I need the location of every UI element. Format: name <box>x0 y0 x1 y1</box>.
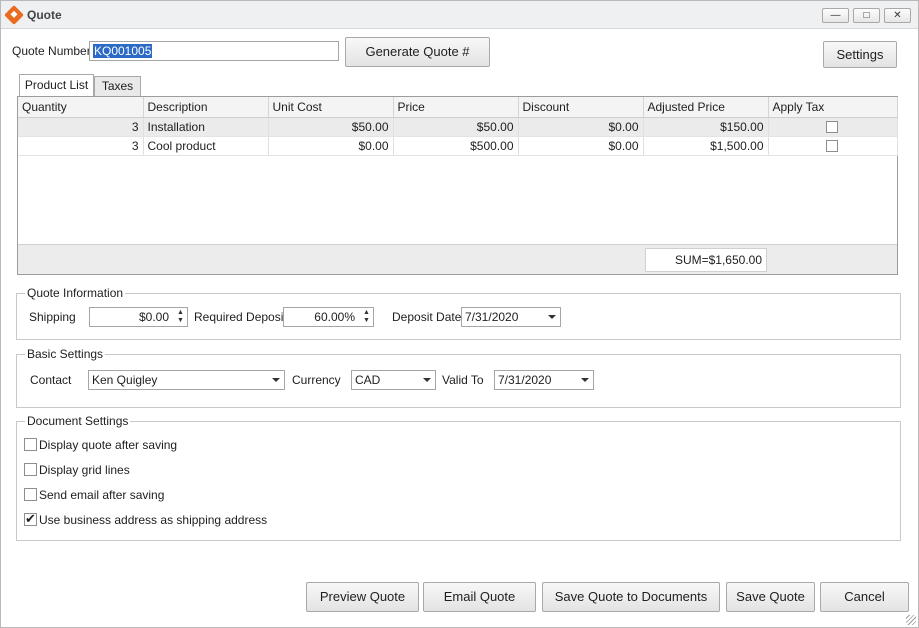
send-email-after-saving-label[interactable]: Send email after saving <box>39 488 164 502</box>
display-quote-after-saving-label[interactable]: Display quote after saving <box>39 438 177 452</box>
minimize-icon[interactable]: — <box>822 8 849 23</box>
quote-information-title: Quote Information <box>25 286 126 300</box>
apply-tax-checkbox[interactable] <box>825 121 838 134</box>
apply-tax-checkbox[interactable] <box>825 140 838 153</box>
deposit-date-value: 7/31/2020 <box>465 310 519 324</box>
tab-product-list[interactable]: Product List <box>19 74 94 97</box>
chevron-down-icon[interactable] <box>423 378 431 382</box>
maximize-icon[interactable]: □ <box>853 8 880 23</box>
currency-dropdown[interactable]: CAD <box>351 370 436 390</box>
preview-quote-button[interactable]: Preview Quote <box>306 582 419 612</box>
display-quote-after-saving-checkbox[interactable] <box>24 438 37 451</box>
cell-price[interactable]: $50.00 <box>393 117 519 137</box>
column-header-unit-cost[interactable]: Unit Cost <box>268 97 394 118</box>
spinner-arrows-icon[interactable]: ▲ ▼ <box>362 309 371 325</box>
deposit-date-picker[interactable]: 7/31/2020 <box>461 307 561 327</box>
chevron-down-icon[interactable] <box>581 378 589 382</box>
quote-number-input[interactable]: KQ001005 <box>89 41 339 61</box>
cell-apply-tax <box>768 117 898 137</box>
required-deposit-label: Required Deposit <box>194 310 287 324</box>
cell-description[interactable]: Installation <box>143 117 269 137</box>
cell-quantity[interactable]: 3 <box>18 117 144 137</box>
document-settings-title: Document Settings <box>25 414 131 428</box>
sum-total: SUM=$1,650.00 <box>645 248 767 272</box>
cell-quantity[interactable]: 3 <box>18 136 144 156</box>
shipping-spinner[interactable]: $0.00 ▲ ▼ <box>89 307 188 327</box>
column-header-discount[interactable]: Discount <box>518 97 644 118</box>
app-logo-icon <box>4 5 24 25</box>
table-row[interactable]: 3 Installation $50.00 $50.00 $0.00 $150.… <box>18 117 898 137</box>
contact-dropdown[interactable]: Ken Quigley <box>88 370 285 390</box>
display-grid-lines-label[interactable]: Display grid lines <box>39 463 130 477</box>
valid-to-date-picker[interactable]: 7/31/2020 <box>494 370 594 390</box>
cell-unit-cost[interactable]: $50.00 <box>268 117 394 137</box>
save-quote-to-documents-button[interactable]: Save Quote to Documents <box>542 582 720 612</box>
column-header-description[interactable]: Description <box>143 97 269 118</box>
column-header-apply-tax[interactable]: Apply Tax <box>768 97 898 118</box>
product-grid: Quantity Description Unit Cost Price Dis… <box>17 96 898 275</box>
display-grid-lines-checkbox[interactable] <box>24 463 37 476</box>
quote-number-label: Quote Number <box>12 44 91 58</box>
required-deposit-value: 60.00% <box>314 310 355 324</box>
quote-window: Quote — □ ✕ Quote Number KQ001005 Genera… <box>0 0 919 628</box>
cell-price[interactable]: $500.00 <box>393 136 519 156</box>
column-header-quantity[interactable]: Quantity <box>18 97 144 118</box>
contact-value: Ken Quigley <box>92 373 158 387</box>
cell-apply-tax <box>768 136 898 156</box>
cell-adjusted-price[interactable]: $1,500.00 <box>643 136 769 156</box>
save-quote-button[interactable]: Save Quote <box>726 582 815 612</box>
cell-unit-cost[interactable]: $0.00 <box>268 136 394 156</box>
deposit-date-label: Deposit Date <box>392 310 462 324</box>
contact-label: Contact <box>30 373 72 387</box>
cell-discount[interactable]: $0.00 <box>518 136 644 156</box>
chevron-down-icon[interactable] <box>548 315 556 319</box>
window-title: Quote <box>27 8 62 22</box>
close-icon[interactable]: ✕ <box>884 8 911 23</box>
use-business-address-label[interactable]: Use business address as shipping address <box>39 513 267 527</box>
resize-grip-icon[interactable] <box>906 615 916 625</box>
shipping-value: $0.00 <box>138 310 169 324</box>
cell-discount[interactable]: $0.00 <box>518 117 644 137</box>
generate-quote-number-button[interactable]: Generate Quote # <box>345 37 490 67</box>
use-business-address-checkbox[interactable] <box>24 511 37 527</box>
cancel-button[interactable]: Cancel <box>820 582 909 612</box>
cell-adjusted-price[interactable]: $150.00 <box>643 117 769 137</box>
send-email-after-saving-checkbox[interactable] <box>24 488 37 501</box>
column-header-adjusted-price[interactable]: Adjusted Price <box>643 97 769 118</box>
currency-value: CAD <box>355 373 381 387</box>
grid-header-row: Quantity Description Unit Cost Price Dis… <box>18 97 898 118</box>
quote-number-value: KQ001005 <box>93 44 153 58</box>
title-bar: Quote — □ ✕ <box>1 1 918 29</box>
shipping-label: Shipping <box>29 310 76 324</box>
product-table: Quantity Description Unit Cost Price Dis… <box>18 97 898 156</box>
column-header-price[interactable]: Price <box>393 97 519 118</box>
valid-to-value: 7/31/2020 <box>498 373 552 387</box>
valid-to-label: Valid To <box>442 373 484 387</box>
basic-settings-title: Basic Settings <box>25 347 106 361</box>
table-row[interactable]: 3 Cool product $0.00 $500.00 $0.00 $1,50… <box>18 136 898 156</box>
settings-button[interactable]: Settings <box>823 41 897 68</box>
required-deposit-spinner[interactable]: 60.00% ▲ ▼ <box>283 307 374 327</box>
currency-label: Currency <box>292 373 341 387</box>
email-quote-button[interactable]: Email Quote <box>423 582 536 612</box>
grid-footer: SUM=$1,650.00 <box>18 244 897 274</box>
chevron-down-icon[interactable] <box>272 378 280 382</box>
spinner-arrows-icon[interactable]: ▲ ▼ <box>176 309 185 325</box>
cell-description[interactable]: Cool product <box>143 136 269 156</box>
tab-taxes[interactable]: Taxes <box>94 76 141 96</box>
